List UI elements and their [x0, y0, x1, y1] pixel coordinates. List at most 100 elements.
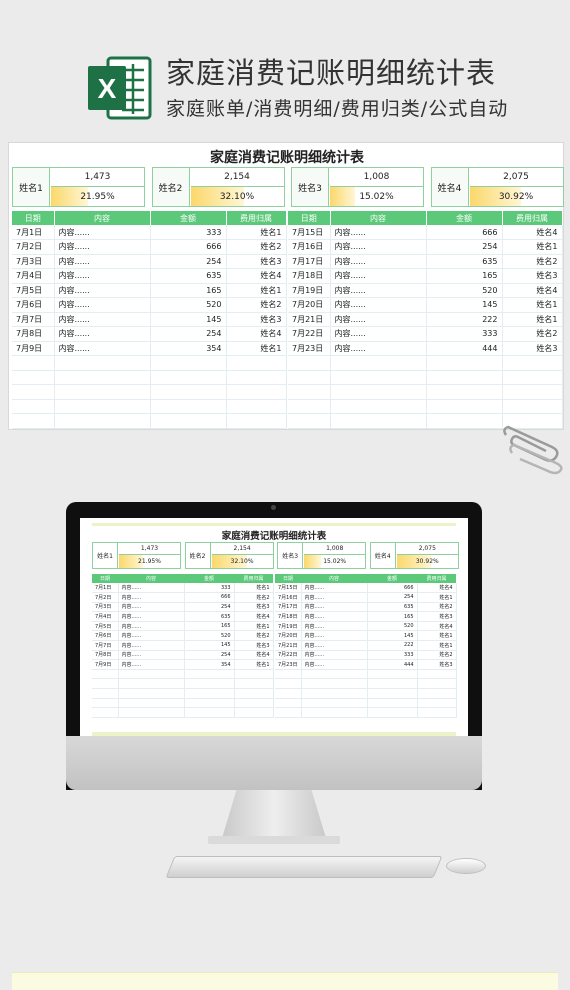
table-cell[interactable]: 354 — [184, 659, 235, 670]
table-cell[interactable]: 姓名1 — [226, 283, 287, 298]
table-cell[interactable]: 内容...... — [54, 254, 151, 269]
table-cell[interactable]: 姓名1 — [417, 640, 457, 651]
table-cell[interactable]: 254 — [367, 592, 418, 603]
table-cell[interactable]: 内容...... — [330, 268, 427, 284]
table-cell[interactable]: 7月1日 — [92, 583, 119, 594]
table-cell[interactable]: 姓名3 — [502, 268, 563, 284]
table-cell[interactable]: 姓名2 — [234, 630, 274, 642]
table-cell[interactable]: 姓名4 — [417, 621, 457, 632]
table-cell[interactable]: 7月3日 — [12, 254, 55, 269]
table-cell[interactable]: 165 — [184, 621, 235, 632]
table-cell[interactable]: 7月21日 — [275, 640, 302, 651]
table-cell[interactable]: 姓名3 — [417, 611, 457, 622]
table-cell[interactable]: 姓名2 — [417, 602, 457, 613]
table-cell[interactable]: 7月18日 — [288, 268, 331, 284]
table-cell[interactable]: 姓名4 — [502, 283, 563, 298]
table-cell[interactable]: 333 — [426, 326, 503, 342]
table-cell[interactable]: 内容...... — [301, 630, 368, 642]
table-cell[interactable]: 254 — [184, 602, 235, 613]
table-cell[interactable]: 222 — [367, 640, 418, 651]
table-cell[interactable]: 内容...... — [330, 254, 427, 269]
table-cell[interactable]: 姓名3 — [417, 659, 457, 670]
table-cell[interactable]: 254 — [426, 239, 503, 255]
table-cell[interactable]: 内容...... — [118, 640, 185, 651]
table-cell[interactable]: 姓名4 — [234, 650, 274, 661]
table-cell[interactable]: 姓名3 — [234, 640, 274, 651]
table-cell[interactable]: 姓名4 — [226, 326, 287, 342]
table-cell[interactable]: 666 — [426, 225, 503, 240]
table-cell[interactable]: 254 — [150, 326, 227, 342]
table-cell[interactable]: 145 — [150, 312, 227, 327]
table-cell[interactable]: 姓名3 — [226, 254, 287, 269]
table-cell[interactable]: 165 — [367, 611, 418, 622]
table-cell[interactable]: 520 — [426, 283, 503, 298]
table-cell[interactable]: 145 — [367, 630, 418, 642]
table-cell[interactable]: 635 — [150, 268, 227, 284]
table-cell[interactable]: 内容...... — [54, 239, 151, 255]
table-cell[interactable]: 内容...... — [301, 602, 368, 613]
table-cell[interactable]: 内容...... — [118, 611, 185, 622]
table-cell[interactable]: 254 — [184, 650, 235, 661]
table-cell[interactable]: 内容...... — [301, 640, 368, 651]
table-cell[interactable]: 165 — [426, 268, 503, 284]
table-cell[interactable]: 内容...... — [118, 659, 185, 670]
table-cell[interactable]: 635 — [426, 254, 503, 269]
table-cell[interactable]: 666 — [150, 239, 227, 255]
table-cell[interactable]: 7月23日 — [288, 341, 331, 356]
table-cell[interactable]: 姓名2 — [226, 297, 287, 313]
table-cell[interactable]: 内容...... — [301, 592, 368, 603]
table-cell[interactable]: 635 — [367, 602, 418, 613]
table-cell[interactable]: 姓名4 — [234, 611, 274, 622]
table-cell[interactable]: 254 — [150, 254, 227, 269]
table-cell[interactable]: 内容...... — [330, 341, 427, 356]
table-cell[interactable]: 内容...... — [54, 283, 151, 298]
table-cell[interactable]: 内容...... — [118, 583, 185, 594]
table-cell[interactable]: 520 — [150, 297, 227, 313]
table-cell[interactable]: 7月19日 — [288, 283, 331, 298]
table-cell[interactable]: 7月15日 — [275, 583, 302, 594]
table-cell[interactable]: 7月6日 — [92, 630, 119, 642]
table-cell[interactable]: 7月3日 — [92, 602, 119, 613]
table-cell[interactable]: 姓名1 — [226, 225, 287, 240]
table-cell[interactable]: 内容...... — [330, 326, 427, 342]
table-cell[interactable]: 7月22日 — [288, 326, 331, 342]
table-cell[interactable]: 姓名2 — [502, 254, 563, 269]
table-cell[interactable]: 内容...... — [330, 312, 427, 327]
table-cell[interactable]: 内容...... — [330, 297, 427, 313]
table-cell[interactable]: 姓名4 — [502, 225, 563, 240]
table-cell[interactable]: 333 — [367, 650, 418, 661]
table-cell[interactable]: 内容...... — [301, 650, 368, 661]
table-cell[interactable]: 姓名1 — [502, 312, 563, 327]
table-cell[interactable]: 内容...... — [330, 239, 427, 255]
table-cell[interactable]: 7月5日 — [12, 283, 55, 298]
table-cell[interactable]: 内容...... — [301, 611, 368, 622]
table-cell[interactable]: 姓名2 — [226, 239, 287, 255]
table-cell[interactable]: 7月9日 — [12, 341, 55, 356]
table-cell[interactable]: 7月8日 — [12, 326, 55, 342]
table-cell[interactable]: 7月6日 — [12, 297, 55, 313]
table-cell[interactable]: 内容...... — [301, 583, 368, 594]
table-cell[interactable]: 内容...... — [54, 225, 151, 240]
table-cell[interactable]: 姓名3 — [234, 602, 274, 613]
table-cell[interactable]: 姓名1 — [417, 630, 457, 642]
table-cell[interactable]: 666 — [367, 583, 418, 594]
table-cell[interactable]: 333 — [150, 225, 227, 240]
table-cell[interactable]: 145 — [426, 297, 503, 313]
table-cell[interactable]: 姓名2 — [417, 650, 457, 661]
table-cell[interactable]: 7月4日 — [12, 268, 55, 284]
table-cell[interactable]: 姓名1 — [502, 297, 563, 313]
table-cell[interactable]: 7月4日 — [92, 611, 119, 622]
table-cell[interactable]: 内容...... — [54, 326, 151, 342]
table-cell[interactable]: 内容...... — [301, 621, 368, 632]
table-cell[interactable]: 7月1日 — [12, 225, 55, 240]
table-cell[interactable]: 姓名2 — [234, 592, 274, 603]
table-cell[interactable]: 姓名4 — [417, 583, 457, 594]
table-cell[interactable]: 姓名3 — [502, 341, 563, 356]
table-cell[interactable]: 444 — [426, 341, 503, 356]
table-cell[interactable]: 姓名3 — [226, 312, 287, 327]
table-cell[interactable]: 姓名1 — [234, 583, 274, 594]
table-cell[interactable]: 333 — [184, 583, 235, 594]
table-cell[interactable]: 内容...... — [118, 592, 185, 603]
table-cell[interactable]: 姓名1 — [234, 659, 274, 670]
table-cell[interactable]: 7月16日 — [288, 239, 331, 255]
